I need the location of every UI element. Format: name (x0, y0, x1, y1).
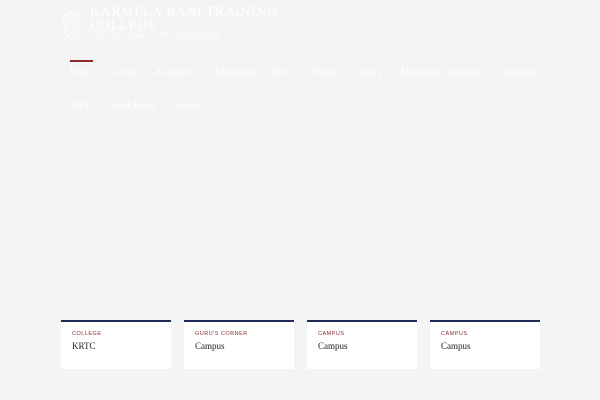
card-category: Guru's Corner (195, 331, 248, 337)
card-title[interactable]: Campus (441, 341, 471, 351)
card-title[interactable]: Campus (195, 341, 225, 351)
nav-mandatory-disclosure[interactable]: Mandatory Disclosure (401, 67, 481, 77)
feature-card-gurus-corner[interactable]: Guru's Corner Campus (184, 320, 294, 369)
nav-gallery[interactable]: Gallery (355, 67, 382, 77)
nav-academics[interactable]: Academics (155, 67, 195, 77)
nav-admissions[interactable]: Admissions (213, 67, 256, 77)
nav-events[interactable]: Events (312, 67, 337, 77)
nav-contact-us[interactable]: Contact Us (172, 100, 212, 110)
crest-icon[interactable] (61, 10, 81, 40)
nav-about[interactable]: About (114, 67, 137, 77)
feature-card-college[interactable]: College KRTC (61, 320, 171, 369)
brand-title[interactable]: Karmela Rani Training College (90, 6, 280, 33)
card-title[interactable]: Campus (318, 341, 348, 351)
nav-downloads[interactable]: Downloads (499, 67, 540, 77)
site-header: Karmela Rani Training College For Teache… (0, 0, 600, 300)
nav-news[interactable]: News (271, 67, 292, 77)
nav-home[interactable]: Home (70, 60, 93, 77)
nav-quick-links[interactable]: Quick Links (110, 100, 155, 110)
brand-tagline: For Teachers of the University (90, 32, 221, 39)
card-category: College (72, 331, 102, 337)
nav-naac[interactable]: NAAC (70, 100, 96, 110)
feature-card-campus-2[interactable]: Campus Campus (430, 320, 540, 369)
card-title[interactable]: KRTC (72, 341, 95, 351)
feature-card-campus[interactable]: Campus Campus (307, 320, 417, 369)
card-category: Campus (318, 331, 345, 337)
card-category: Campus (441, 331, 468, 337)
